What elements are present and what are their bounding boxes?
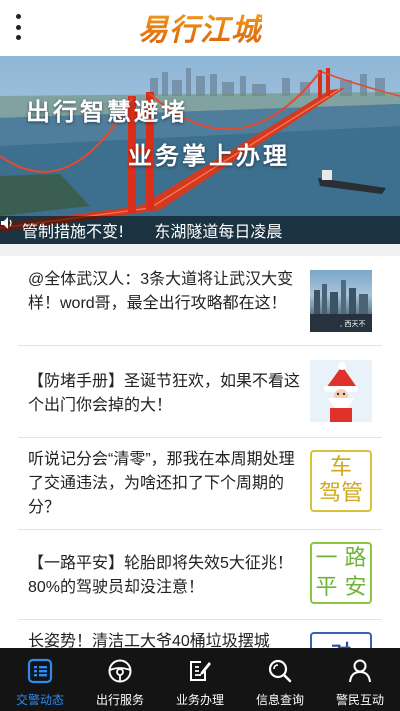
banner-headline-1: 出行智慧避堵 <box>26 97 188 126</box>
thumb-text: 一 <box>315 546 338 571</box>
ticker-item[interactable]: 管制措施不变! <box>22 218 124 242</box>
banner-carousel[interactable]: 出行智慧避堵 业务掌上办理 管制措施不变! 东湖隧道每日凌晨 <box>0 56 400 244</box>
nav-label: 交警动态 <box>15 693 64 707</box>
safe-journey-thumbnail: 一 路 平 安 <box>310 542 372 604</box>
nav-label: 信息查询 <box>255 693 304 707</box>
nav-item-police-interaction[interactable]: 警民互动 <box>320 648 400 711</box>
nav-label: 出行服务 <box>95 693 144 707</box>
app-logo: 易行江城 <box>110 6 290 48</box>
nav-item-business-handling[interactable]: 业务办理 <box>160 648 240 711</box>
bottom-navigation: 交警动态 出行服务 业务办理 信息查询 警民互动 <box>0 648 400 711</box>
thumb-text: 平 <box>315 575 338 600</box>
nav-item-traffic-news[interactable]: 交警动态 <box>0 648 80 711</box>
news-ticker[interactable]: 管制措施不变! 东湖隧道每日凌晨 <box>0 216 400 244</box>
edit-document-icon <box>190 661 211 681</box>
more-vertical-icon[interactable] <box>10 14 26 40</box>
news-item[interactable]: 【防堵手册】圣诞节狂欢，如果不看这个出门你会掉的大！ <box>18 346 382 438</box>
nav-label: 业务办理 <box>175 693 224 707</box>
car-driver-management-thumbnail: 车 驾管 <box>310 450 372 512</box>
thumb-text: 安 <box>344 575 367 600</box>
app-header: 易行江城 <box>0 0 400 56</box>
news-title: 长姿势！清洁工大爷40桶垃圾摆城 <box>28 633 270 648</box>
santa-claus-thumbnail <box>310 360 372 422</box>
news-list-icon <box>27 658 53 684</box>
ticker-item[interactable]: 东湖隧道每日凌晨 <box>154 218 282 242</box>
banner-headline-2: 业务掌上办理 <box>128 141 290 170</box>
thumb-text: 车 <box>329 455 352 480</box>
nav-item-info-query[interactable]: 信息查询 <box>240 648 320 711</box>
news-item[interactable]: @全体武汉人：3条大道将让武汉大变样！word哥，最全出行攻略都在这！ , 西天… <box>18 266 382 346</box>
correct-thumbnail: 对 <box>310 632 372 648</box>
news-title: 听说记分会“清零”，那我在本周期处理了交通违法，为啥还扣了下个周期的分？ <box>28 451 295 516</box>
city-skyline-thumbnail: , 西天不 <box>310 270 372 332</box>
news-item[interactable]: 听说记分会“清零”，那我在本周期处理了交通违法，为啥还扣了下个周期的分？ 车 驾… <box>18 438 382 530</box>
speaker-icon <box>0 216 22 244</box>
svg-text:, 西天不: , 西天不 <box>340 320 365 328</box>
news-title: @全体武汉人：3条大道将让武汉大变样！word哥，最全出行攻略都在这！ <box>28 271 294 312</box>
app-logo-text: 易行江城 <box>138 5 262 49</box>
news-item[interactable]: 【一路平安】轮胎即将失效5大征兆！80%的驾驶员却没注意！ 一 路 平 安 <box>18 530 382 620</box>
search-icon <box>268 659 292 683</box>
steering-wheel-icon <box>108 659 132 683</box>
news-title: 【防堵手册】圣诞节狂欢，如果不看这个出门你会掉的大！ <box>28 373 301 414</box>
news-item[interactable]: 长姿势！清洁工大爷40桶垃圾摆城 对 <box>18 620 382 648</box>
thumb-text: 驾管 <box>318 481 363 506</box>
section-divider <box>0 244 400 256</box>
nav-item-travel-service[interactable]: 出行服务 <box>80 648 160 711</box>
nav-label: 警民互动 <box>335 693 384 707</box>
news-list[interactable]: @全体武汉人：3条大道将让武汉大变样！word哥，最全出行攻略都在这！ , 西天… <box>0 256 400 648</box>
thumb-text: 路 <box>344 546 367 571</box>
person-icon <box>349 659 371 683</box>
thumb-text: 对 <box>331 636 351 648</box>
news-title: 【一路平安】轮胎即将失效5大征兆！80%的驾驶员却没注意！ <box>28 555 293 596</box>
